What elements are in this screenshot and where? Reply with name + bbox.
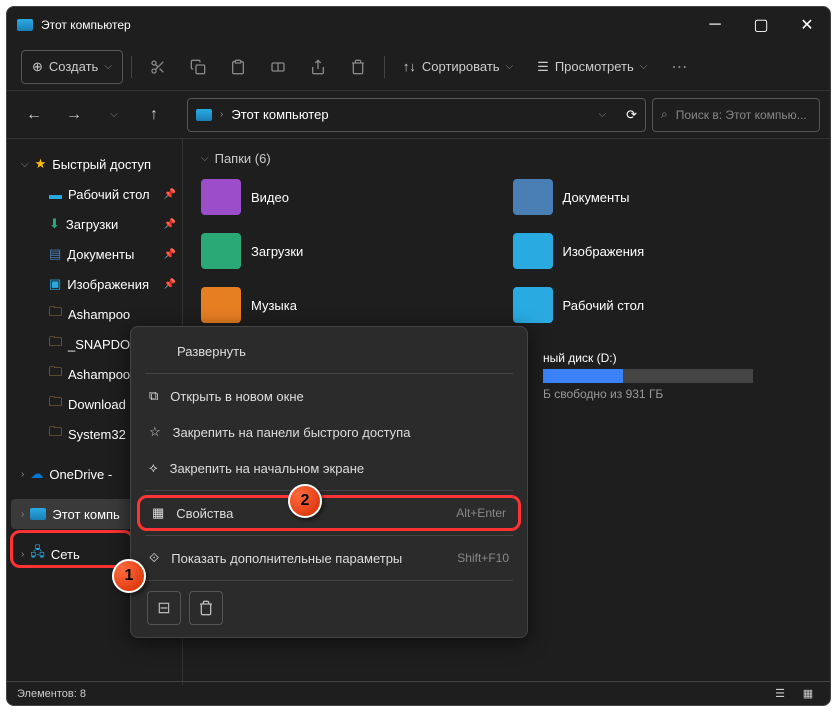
ctx-delete-button[interactable] [189,591,223,625]
folder-images[interactable]: Изображения [513,230,813,272]
forward-button[interactable]: → [57,98,91,132]
ctx-pin-quick[interactable]: ☆Закрепить на панели быстрого доступа [137,414,521,450]
sidebar-item[interactable]: ▤Документы📌 [7,239,182,269]
close-button[interactable]: ✕ [784,7,830,43]
window-title: Этот компьютер [41,18,131,32]
folder-icon: 🗀 [49,303,62,325]
chevron-down-icon: ⌵ [640,61,648,72]
drive-d[interactable]: ный диск (D:) Б свободно из 931 ГБ [543,351,783,401]
section-title[interactable]: ⌵Папки (6) [201,151,812,166]
folder-icon: 🗀 [49,363,62,385]
sidebar-quick-access[interactable]: ⌵ ★ Быстрый доступ [7,149,182,179]
back-button[interactable]: ← [17,98,51,132]
callout-2: 2 [288,484,322,518]
toolbar: ⊕ Создать ⌵ ↑↓ Сортировать ⌵ ☰ Просмотре… [7,43,830,91]
view-button[interactable]: ☰ Просмотреть ⌵ [527,50,657,84]
plus-icon: ⊕ [32,59,43,75]
ctx-unpin-button[interactable]: ⊟ [147,591,181,625]
pin-icon: 📌 [164,279,176,290]
star-icon: ★ [35,156,47,172]
navbar: ← → ⌵ ↑ › Этот компьютер ⌵ ⟳ ⌕ Поиск в: … [7,91,830,139]
document-icon: ▤ [49,246,61,262]
rename-button[interactable] [260,50,296,84]
address-bar[interactable]: › Этот компьютер ⌵ ⟳ [187,98,646,132]
image-icon: ▣ [49,276,61,292]
chevron-down-icon: ⌵ [506,61,514,72]
folder-downloads[interactable]: Загрузки [201,230,501,272]
sidebar-item[interactable]: ▬Рабочий стол📌 [7,179,182,209]
refresh-button[interactable]: ⟳ [626,107,637,123]
folder-music[interactable]: Музыка [201,284,501,326]
chevron-down-icon: ⌵ [599,109,607,120]
callout-1: 1 [112,559,146,593]
up-button[interactable]: ↑ [137,98,171,132]
titlebar: Этот компьютер ─ ▢ ✕ [7,7,830,43]
recent-button[interactable]: ⌵ [97,98,131,132]
view-icon: ☰ [537,59,549,75]
maximize-button[interactable]: ▢ [738,7,784,43]
more-button[interactable]: ⋯ [661,50,697,84]
pc-icon [196,109,212,121]
cut-button[interactable] [140,50,176,84]
sidebar-item[interactable]: ⬇Загрузки📌 [7,209,182,239]
pc-icon [17,19,33,31]
desktop-icon: ▬ [49,187,62,202]
view-grid-button[interactable]: ▦ [796,686,820,702]
statusbar: Элементов: 8 ☰ ▦ [7,681,830,705]
pc-icon [30,508,46,520]
download-icon: ⬇ [49,216,60,232]
pin-icon: ⟡ [149,460,158,476]
share-button[interactable] [300,50,336,84]
view-list-button[interactable]: ☰ [768,686,792,702]
ctx-properties[interactable]: ▦СвойстваAlt+Enter [137,495,521,531]
folder-icon: 🗀 [49,333,62,355]
search-input[interactable]: ⌕ Поиск в: Этот компью... [652,98,820,132]
pin-icon: 📌 [164,189,176,200]
create-button[interactable]: ⊕ Создать ⌵ [21,50,123,84]
copy-button[interactable] [180,50,216,84]
folder-video[interactable]: Видео [201,176,501,218]
delete-button[interactable] [340,50,376,84]
folder-icon: 🗀 [49,393,62,415]
search-icon: ⌕ [661,107,668,122]
chevron-down-icon: ⌵ [104,61,112,72]
pin-icon: 📌 [164,249,176,260]
sidebar-item[interactable]: ▣Изображения📌 [7,269,182,299]
folder-desktop[interactable]: Рабочий стол [513,284,813,326]
cloud-icon: ☁ [30,466,43,482]
more-icon: ⟐ [149,550,159,566]
sort-icon: ↑↓ [403,59,416,74]
open-icon: ⧉ [149,388,158,404]
pin-icon: 📌 [164,219,176,230]
ctx-pin-start[interactable]: ⟡Закрепить на начальном экране [137,450,521,486]
context-menu: Развернуть ⧉Открыть в новом окне ☆Закреп… [130,326,528,638]
properties-icon: ▦ [152,505,164,521]
ctx-open-new-window[interactable]: ⧉Открыть в новом окне [137,378,521,414]
highlight-1 [10,530,134,568]
star-outline-icon: ☆ [149,424,161,440]
ctx-expand[interactable]: Развернуть [137,333,521,369]
sort-button[interactable]: ↑↓ Сортировать ⌵ [393,50,523,84]
folder-icon: 🗀 [49,423,62,445]
minimize-button[interactable]: ─ [692,7,738,43]
sidebar-item[interactable]: 🗀Ashampoo [7,299,182,329]
ctx-more-options[interactable]: ⟐Показать дополнительные параметрыShift+… [137,540,521,576]
folder-documents[interactable]: Документы [513,176,813,218]
paste-button[interactable] [220,50,256,84]
